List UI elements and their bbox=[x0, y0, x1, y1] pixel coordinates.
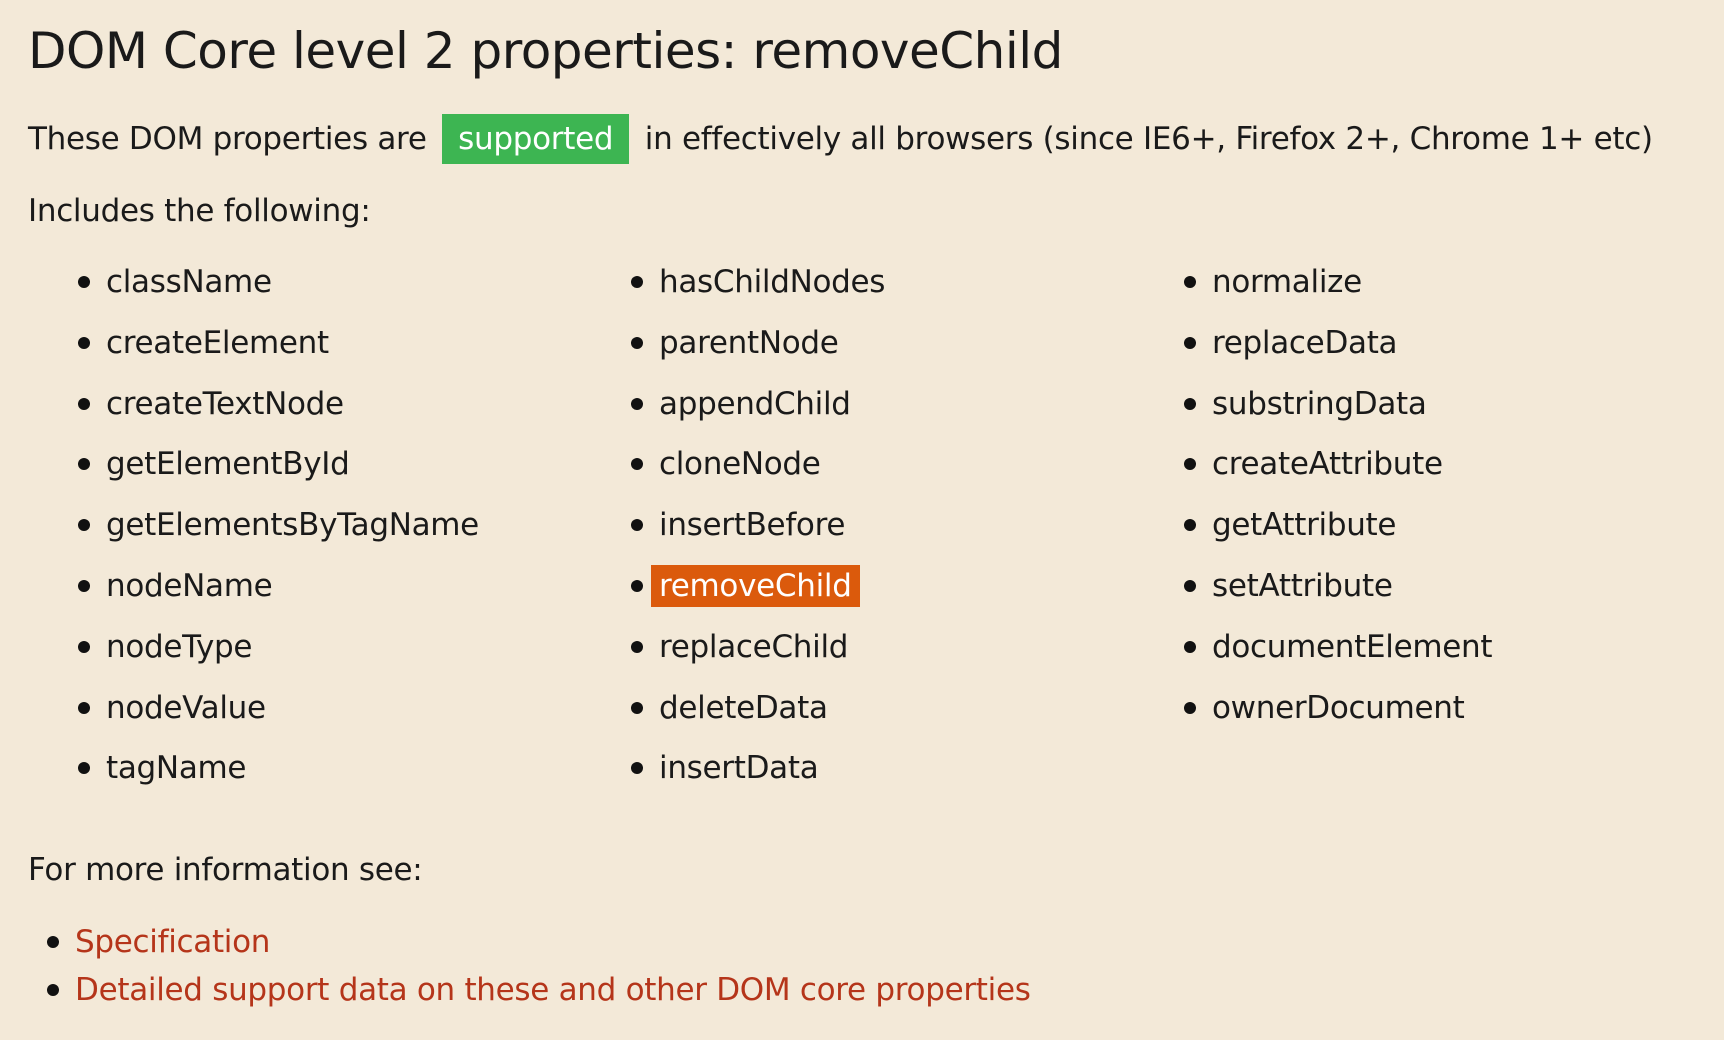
property-item: deleteData bbox=[631, 678, 885, 739]
property-item: getAttribute bbox=[1184, 495, 1492, 556]
property-name: setAttribute bbox=[1212, 567, 1393, 604]
property-item: replaceData bbox=[1184, 313, 1492, 374]
property-name: tagName bbox=[106, 750, 247, 787]
property-name: nodeName bbox=[106, 567, 273, 604]
property-item: setAttribute bbox=[1184, 556, 1492, 617]
property-columns: className createElement createTextNode g… bbox=[0, 252, 1724, 792]
supported-badge: supported bbox=[442, 114, 630, 164]
page-title: DOM Core level 2 properties: removeChild bbox=[28, 22, 1063, 80]
property-item: getElementsByTagName bbox=[78, 495, 479, 556]
property-item: substringData bbox=[1184, 374, 1492, 435]
property-name: parentNode bbox=[659, 324, 839, 361]
property-name: ownerDocument bbox=[1212, 689, 1465, 726]
property-item: createAttribute bbox=[1184, 434, 1492, 495]
support-statement-suffix: in effectively all browsers (since IE6+,… bbox=[644, 121, 1653, 157]
property-list-column-2: hasChildNodes parentNode appendChild clo… bbox=[631, 252, 885, 799]
property-item: documentElement bbox=[1184, 617, 1493, 678]
property-name: insertBefore bbox=[659, 507, 846, 544]
property-list-column-3: normalize replaceData substringData crea… bbox=[1184, 252, 1493, 739]
more-info-links: Specification Detailed support data on t… bbox=[47, 918, 1031, 1014]
property-item: insertBefore bbox=[631, 495, 885, 556]
property-name: className bbox=[106, 264, 272, 300]
property-name: getAttribute bbox=[1212, 507, 1397, 544]
property-name: createTextNode bbox=[106, 385, 344, 422]
property-item: normalize bbox=[1184, 252, 1492, 313]
property-item: nodeType bbox=[78, 617, 479, 678]
property-item: appendChild bbox=[631, 374, 885, 435]
property-name: createAttribute bbox=[1212, 446, 1443, 483]
property-name: substringData bbox=[1212, 385, 1427, 422]
property-item: nodeName bbox=[78, 556, 479, 617]
property-item: tagName bbox=[78, 738, 479, 799]
property-item: insertData bbox=[631, 738, 885, 799]
property-item: ownerDocument bbox=[1184, 678, 1492, 739]
property-name: replaceData bbox=[1212, 324, 1398, 361]
detailed-support-data-link[interactable]: Detailed support data on these and other… bbox=[75, 972, 1031, 1008]
property-name: getElementById bbox=[106, 446, 350, 483]
property-name: createElement bbox=[106, 324, 329, 361]
property-item: nodeValue bbox=[78, 678, 479, 739]
includes-label: Includes the following: bbox=[28, 193, 371, 229]
property-item: hasChildNodes bbox=[631, 252, 885, 313]
property-item-current: removeChild bbox=[631, 556, 885, 617]
specification-link[interactable]: Specification bbox=[75, 924, 270, 960]
property-item: getElementById bbox=[78, 434, 479, 495]
property-name: hasChildNodes bbox=[659, 264, 886, 300]
property-name: cloneNode bbox=[659, 446, 821, 483]
page: DOM Core level 2 properties: removeChild… bbox=[0, 0, 1724, 1040]
support-statement-prefix: These DOM properties are bbox=[28, 121, 427, 157]
property-name: getElementsByTagName bbox=[106, 507, 479, 544]
current-property-highlight: removeChild bbox=[651, 564, 860, 607]
property-name: documentElement bbox=[1212, 628, 1493, 665]
property-name: appendChild bbox=[659, 385, 851, 422]
link-item: Detailed support data on these and other… bbox=[47, 966, 1031, 1014]
property-name: replaceChild bbox=[659, 628, 849, 665]
support-statement: These DOM properties are supported in ef… bbox=[28, 114, 1653, 164]
property-item: parentNode bbox=[631, 313, 885, 374]
more-info-label: For more information see: bbox=[28, 852, 423, 888]
property-item: createElement bbox=[78, 313, 479, 374]
property-item: replaceChild bbox=[631, 617, 885, 678]
property-name: normalize bbox=[1212, 264, 1362, 300]
property-list-column-1: className createElement createTextNode g… bbox=[78, 252, 479, 799]
property-name: insertData bbox=[659, 750, 819, 787]
property-name: nodeValue bbox=[106, 689, 266, 726]
property-item: createTextNode bbox=[78, 374, 479, 435]
property-item: className bbox=[78, 252, 479, 313]
property-name: nodeType bbox=[106, 628, 253, 665]
property-item: cloneNode bbox=[631, 434, 885, 495]
link-item: Specification bbox=[47, 918, 1031, 966]
property-name: deleteData bbox=[659, 689, 828, 726]
